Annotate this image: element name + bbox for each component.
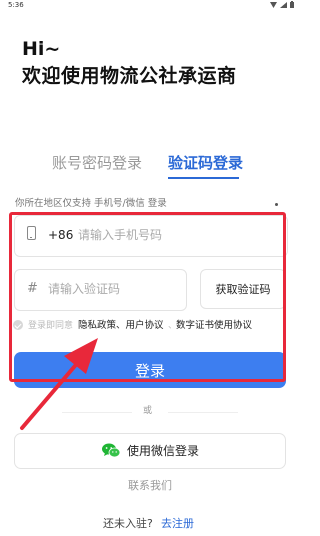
contact-us-link[interactable]: 联系我们 [128, 479, 172, 493]
status-icons [270, 1, 294, 8]
highlight-box [9, 212, 286, 382]
signal-icon [280, 1, 287, 8]
register-prefix: 还未入驻? [103, 517, 153, 530]
status-time: 5:36 [8, 1, 24, 9]
wechat-icon [102, 443, 120, 458]
tab-code-login[interactable]: 验证码登录 [168, 153, 243, 173]
greeting-title: Hi~ [22, 38, 61, 60]
active-tab-indicator [168, 177, 239, 179]
dot-mark [275, 203, 278, 206]
divider-right [168, 412, 238, 413]
wechat-login-label[interactable]: 使用微信登录 [127, 443, 199, 459]
welcome-title: 欢迎使用物流公社承运商 [22, 65, 237, 87]
divider-left [62, 412, 132, 413]
battery-icon [290, 1, 294, 8]
region-note: 你所在地区仅支持 手机号/微信 登录 [15, 198, 167, 209]
register-link[interactable]: 去注册 [161, 517, 194, 531]
wifi-icon [270, 1, 277, 8]
tab-password-login[interactable]: 账号密码登录 [52, 153, 142, 173]
divider-or: 或 [143, 406, 153, 416]
